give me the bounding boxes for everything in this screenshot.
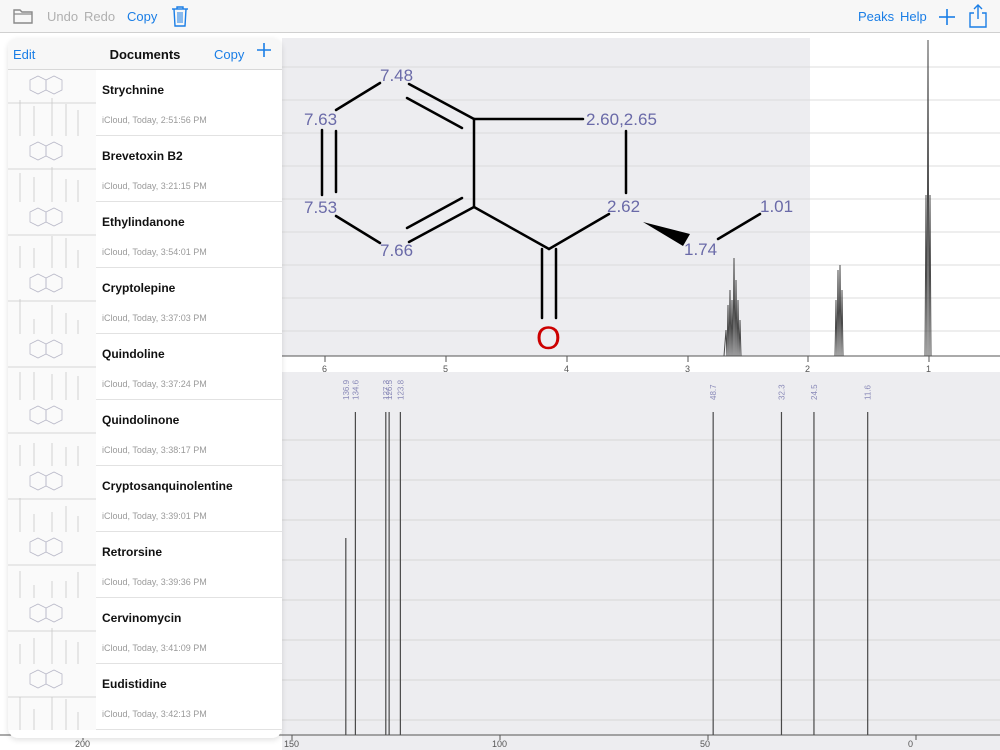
h1-axis-ticks: 654321 (322, 356, 931, 374)
document-name: Cryptolepine (102, 281, 176, 295)
c13-tick-label: 200 (75, 739, 90, 749)
atom-label: 2.60,2.65 (586, 110, 657, 129)
document-row[interactable]: Cervinomycin iCloud, Today, 3:41:09 PM (8, 598, 282, 664)
document-meta: iCloud, Today, 3:41:09 PM (102, 643, 207, 653)
app-window: 654321 2.642.622.601.741.01 200150100500… (0, 0, 1000, 750)
document-meta: iCloud, Today, 3:37:03 PM (102, 313, 207, 323)
document-row[interactable]: Quindolinone iCloud, Today, 3:38:17 PM (8, 400, 282, 466)
document-row[interactable]: Eudistidine iCloud, Today, 3:42:13 PM (8, 664, 282, 730)
documents-list: Strychnine iCloud, Today, 2:51:56 PM Breve… (8, 70, 282, 730)
document-thumbnail (8, 532, 96, 598)
oxygen-atom-label: O (536, 320, 561, 356)
document-thumbnail (8, 268, 96, 334)
share-icon[interactable] (969, 4, 987, 33)
atom-label: 2.62 (607, 197, 640, 216)
document-thumbnail (8, 400, 96, 466)
document-thumbnail (8, 466, 96, 532)
documents-panel: Edit Documents Copy Strychnine iCloud, To… (8, 38, 282, 738)
document-name: Ethylindanone (102, 215, 185, 229)
document-row[interactable]: Retrorsine iCloud, Today, 3:39:36 PM (8, 532, 282, 598)
document-thumbnail (8, 70, 96, 136)
c13-tick-label: 0 (908, 739, 913, 749)
document-meta: iCloud, Today, 3:54:01 PM (102, 247, 207, 257)
document-row[interactable]: Brevetoxin B2 iCloud, Today, 3:21:15 PM (8, 136, 282, 202)
document-meta: iCloud, Today, 3:39:01 PM (102, 511, 207, 521)
document-name: Brevetoxin B2 (102, 149, 183, 163)
c13-peak-label: 123.8 (396, 379, 405, 400)
atom-label: 7.48 (380, 66, 413, 85)
document-meta: iCloud, Today, 2:51:56 PM (102, 115, 207, 125)
c13-peak-label: 126.5 (385, 379, 394, 400)
atom-label: 7.53 (304, 198, 337, 217)
document-name: Retrorsine (102, 545, 163, 559)
document-row[interactable]: Cryptolepine iCloud, Today, 3:37:03 PM (8, 268, 282, 334)
trash-icon[interactable] (171, 5, 189, 32)
top-toolbar: Undo Redo Copy Peaks Help (0, 0, 1000, 33)
c13-peak-label: 136.9 (342, 379, 351, 400)
copy-button[interactable]: Copy (127, 9, 157, 24)
document-thumbnail (8, 202, 96, 268)
plus-icon[interactable] (938, 8, 956, 31)
c13-peak-label: 134.6 (351, 379, 360, 400)
document-name: Eudistidine (102, 677, 167, 691)
document-row[interactable]: Ethylindanone iCloud, Today, 3:54:01 PM (8, 202, 282, 268)
undo-button[interactable]: Undo (47, 9, 78, 24)
atom-label: 1.01 (760, 197, 793, 216)
document-thumbnail (8, 598, 96, 664)
c13-tick-label: 150 (284, 739, 299, 749)
document-meta: iCloud, Today, 3:21:15 PM (102, 181, 207, 191)
atom-label: 7.66 (380, 241, 413, 260)
document-thumbnail (8, 136, 96, 202)
atom-label: 7.63 (304, 110, 337, 129)
documents-copy-button[interactable]: Copy (214, 47, 244, 62)
document-thumbnail (8, 664, 96, 730)
selection-region (282, 38, 810, 356)
document-row[interactable]: Cryptosanquinolentine iCloud, Today, 3:39… (8, 466, 282, 532)
document-row[interactable]: Quindoline iCloud, Today, 3:37:24 PM (8, 334, 282, 400)
document-name: Quindolinone (102, 413, 180, 427)
document-meta: iCloud, Today, 3:42:13 PM (102, 709, 207, 719)
documents-header: Edit Documents Copy (8, 38, 282, 70)
add-document-icon[interactable] (256, 42, 272, 63)
document-row[interactable]: Strychnine iCloud, Today, 2:51:56 PM (8, 70, 282, 136)
folder-icon[interactable] (13, 8, 33, 29)
peaks-button[interactable]: Peaks (858, 9, 894, 24)
c13-peak-label: 24.5 (810, 384, 819, 400)
document-thumbnail (8, 334, 96, 400)
c13-tick-label: 50 (700, 739, 710, 749)
c13-tick-label: 100 (492, 739, 507, 749)
help-button[interactable]: Help (900, 9, 927, 24)
document-name: Quindoline (102, 347, 165, 361)
document-meta: iCloud, Today, 3:38:17 PM (102, 445, 207, 455)
c13-peak-label: 48.7 (709, 384, 718, 400)
document-name: Strychnine (102, 83, 165, 97)
document-name: Cervinomycin (102, 611, 182, 625)
document-meta: iCloud, Today, 3:39:36 PM (102, 577, 207, 587)
document-name: Cryptosanquinolentine (102, 479, 233, 493)
c13-peak-label: 32.3 (777, 384, 786, 400)
c13-peak-label: 11.6 (864, 384, 873, 400)
atom-label: 1.74 (684, 240, 717, 259)
redo-button[interactable]: Redo (84, 9, 115, 24)
document-meta: iCloud, Today, 3:37:24 PM (102, 379, 207, 389)
